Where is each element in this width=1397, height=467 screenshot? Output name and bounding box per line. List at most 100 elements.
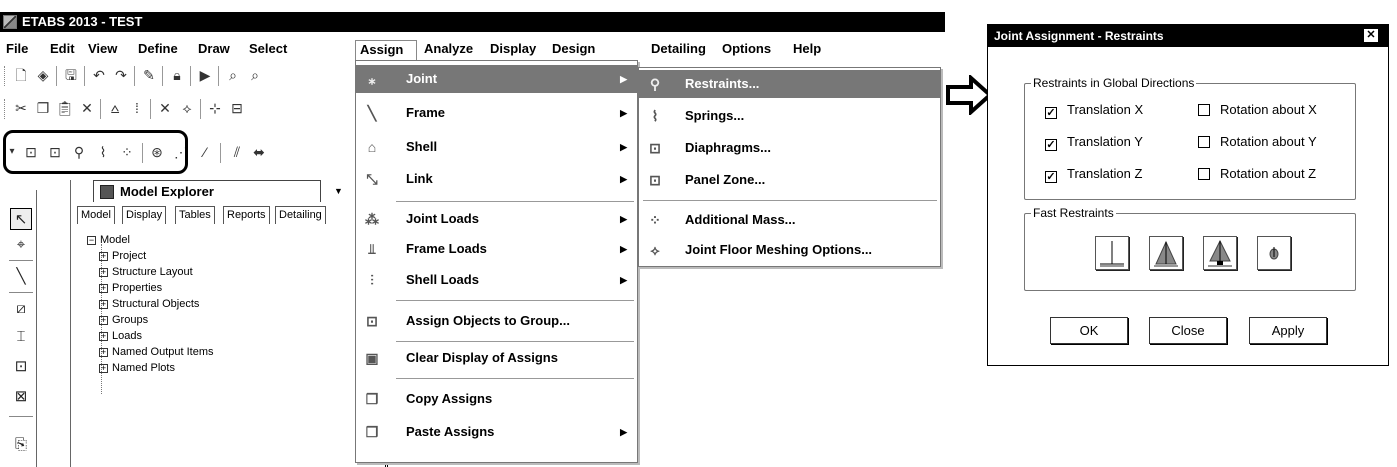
- roller-restraint-button[interactable]: [1203, 236, 1237, 270]
- tab-display[interactable]: Display: [122, 206, 167, 224]
- checkbox-unchecked[interactable]: [1198, 104, 1210, 116]
- zoom-window-icon[interactable]: ⌕: [224, 66, 242, 84]
- menu-assign[interactable]: Assign: [355, 40, 417, 60]
- tree-node[interactable]: + Structure Layout: [99, 264, 193, 280]
- expand-icon[interactable]: +: [99, 300, 108, 309]
- checkbox-rotation-y[interactable]: Rotation about Y: [1198, 134, 1317, 150]
- menu-help[interactable]: Help: [789, 40, 825, 60]
- tree-node[interactable]: + Structural Objects: [99, 296, 199, 312]
- menu-options[interactable]: Options: [718, 40, 775, 60]
- ok-button[interactable]: OK: [1050, 317, 1128, 344]
- menu-select[interactable]: Select: [245, 40, 291, 60]
- menu-item-frame[interactable]: ╲ Frame ▶: [356, 99, 637, 127]
- redo-icon[interactable]: ↷: [112, 66, 130, 84]
- expand-icon[interactable]: +: [99, 332, 108, 341]
- free-restraint-button[interactable]: [1257, 236, 1291, 270]
- delete-icon[interactable]: ✕: [78, 99, 96, 117]
- menu-item-joint[interactable]: ⁎ Joint ▶: [356, 65, 637, 93]
- draw-section-cut-icon[interactable]: ⎘: [10, 434, 32, 456]
- tree-node-model[interactable]: − Model: [87, 232, 130, 248]
- menu-item-assign-to-group[interactable]: ⊡ Assign Objects to Group...: [356, 307, 637, 335]
- toolbar-grip[interactable]: [4, 66, 7, 86]
- menu-item-joint-loads[interactable]: ⁂ Joint Loads ▶: [356, 205, 637, 233]
- checkbox-translation-y[interactable]: ✓ Translation Y: [1045, 134, 1143, 151]
- toolbar-grip[interactable]: [4, 99, 7, 119]
- grid-icon[interactable]: ⁞: [128, 99, 146, 117]
- checkbox-rotation-z[interactable]: Rotation about Z: [1198, 166, 1316, 182]
- open-icon[interactable]: ◈: [34, 66, 52, 84]
- tree-node[interactable]: + Named Output Items: [99, 344, 214, 360]
- draw-column-icon[interactable]: ⌶: [10, 326, 32, 348]
- expand-icon[interactable]: +: [99, 284, 108, 293]
- menu-item-frame-loads[interactable]: ⫫ Frame Loads ▶: [356, 235, 637, 263]
- copy-icon[interactable]: ❐: [34, 99, 52, 117]
- menu-item-diaphragms[interactable]: ⊡ Diaphragms...: [639, 134, 940, 162]
- menu-item-paste-assigns[interactable]: ❒ Paste Assigns ▶: [356, 418, 637, 446]
- menu-item-shell-loads[interactable]: ⫶ Shell Loads ▶: [356, 266, 637, 294]
- menu-item-link[interactable]: ⤡ Link ▶: [356, 165, 637, 193]
- menu-item-shell[interactable]: ⌂ Shell ▶: [356, 133, 637, 161]
- tab-model[interactable]: Model: [77, 206, 115, 224]
- tab-tables[interactable]: Tables: [175, 206, 215, 224]
- snap-icon[interactable]: ⊹: [206, 99, 224, 117]
- expand-icon[interactable]: +: [99, 348, 108, 357]
- undo-icon[interactable]: ↶: [90, 66, 108, 84]
- collapse-icon[interactable]: −: [87, 236, 96, 245]
- expand-icon[interactable]: +: [99, 364, 108, 373]
- paste-icon[interactable]: 📋︎: [56, 99, 74, 117]
- replicate-icon[interactable]: ⩟: [106, 99, 124, 117]
- run-icon[interactable]: ▶: [196, 66, 214, 84]
- pencil-icon[interactable]: ✎: [140, 66, 158, 84]
- zoom-in-icon[interactable]: ⌕: [246, 66, 264, 84]
- close-button[interactable]: Close: [1149, 317, 1227, 344]
- menu-detailing[interactable]: Detailing: [647, 40, 710, 60]
- checkbox-unchecked[interactable]: [1198, 168, 1210, 180]
- checkbox-translation-x[interactable]: ✓ Translation X: [1045, 102, 1143, 119]
- lock-icon[interactable]: 🔒︎: [168, 66, 186, 84]
- tree-node[interactable]: + Properties: [99, 280, 162, 296]
- menu-analyze[interactable]: Analyze: [420, 40, 477, 60]
- save-icon[interactable]: 🖫: [62, 66, 80, 84]
- pinned-restraint-button[interactable]: [1149, 236, 1183, 270]
- menu-edit[interactable]: Edit: [46, 40, 79, 60]
- checkbox-checked[interactable]: ✓: [1045, 171, 1057, 183]
- expand-icon[interactable]: +: [99, 268, 108, 277]
- draw-frame-icon[interactable]: ╲: [10, 266, 32, 288]
- new-model-icon[interactable]: 🗋: [12, 66, 30, 84]
- checkbox-unchecked[interactable]: [1198, 136, 1210, 148]
- menu-item-springs[interactable]: ⌇ Springs...: [639, 102, 940, 130]
- tree-node[interactable]: + Loads: [99, 328, 142, 344]
- menu-file[interactable]: File: [2, 40, 32, 60]
- chevron-down-icon[interactable]: ▼: [334, 186, 343, 196]
- menu-view[interactable]: View: [84, 40, 121, 60]
- fixed-restraint-button[interactable]: [1095, 236, 1129, 270]
- checkbox-checked[interactable]: ✓: [1045, 139, 1057, 151]
- menu-item-clear-display[interactable]: ▣ Clear Display of Assigns: [356, 344, 637, 372]
- tab-reports[interactable]: Reports: [223, 206, 270, 224]
- tree-node[interactable]: + Groups: [99, 312, 148, 328]
- pointer-icon[interactable]: ↖: [10, 208, 32, 230]
- menu-draw[interactable]: Draw: [194, 40, 234, 60]
- tree-node[interactable]: + Project: [99, 248, 146, 264]
- menu-display[interactable]: Display: [486, 40, 540, 60]
- frame-release-toolbar-icon[interactable]: ⁄: [196, 143, 214, 161]
- cut-icon[interactable]: ✂: [12, 99, 30, 117]
- menu-item-additional-mass[interactable]: ⁘ Additional Mass...: [639, 206, 940, 234]
- shell-load-toolbar-icon[interactable]: ⬌: [250, 143, 268, 161]
- model-explorer-tab[interactable]: Model Explorer: [93, 180, 321, 202]
- checkbox-translation-z[interactable]: ✓ Translation Z: [1045, 166, 1142, 183]
- menu-define[interactable]: Define: [134, 40, 182, 60]
- draw-wall-icon[interactable]: ⊠: [10, 386, 32, 408]
- checkbox-checked[interactable]: ✓: [1045, 107, 1057, 119]
- reshape-icon[interactable]: ⌖: [10, 234, 32, 256]
- close-icon[interactable]: ✕: [1364, 29, 1378, 42]
- align-icon[interactable]: ⊟: [228, 99, 246, 117]
- menu-item-copy-assigns[interactable]: ❐ Copy Assigns: [356, 385, 637, 413]
- draw-brace-icon[interactable]: ⧄: [10, 298, 32, 320]
- menu-item-panel-zone[interactable]: ⊡ Panel Zone...: [639, 166, 940, 194]
- merge-icon[interactable]: ⟡: [178, 99, 196, 117]
- menu-item-floor-meshing[interactable]: ⟡ Joint Floor Meshing Options...: [639, 236, 940, 264]
- tree-node[interactable]: + Named Plots: [99, 360, 175, 376]
- menu-item-restraints[interactable]: ⚲ Restraints...: [639, 70, 940, 98]
- expand-icon[interactable]: +: [99, 252, 108, 261]
